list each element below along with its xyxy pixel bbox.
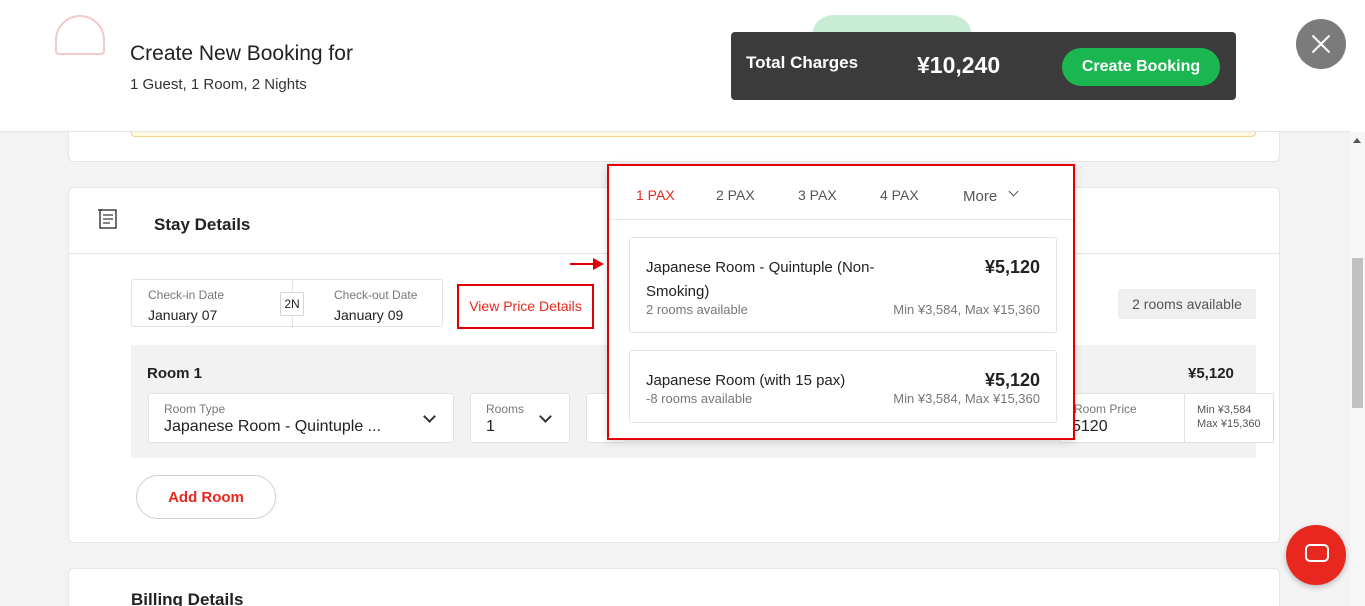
rooms-select[interactable]: Rooms 1 [470, 393, 570, 443]
room-type-value: Japanese Room - Quintuple ... [164, 418, 382, 435]
stay-details-title: Stay Details [154, 215, 251, 234]
brand-logo-icon [55, 15, 105, 55]
price-details-popup: 1 PAX 2 PAX 3 PAX 4 PAX More Japanese Ro… [607, 164, 1075, 440]
tab-2-pax[interactable]: 2 PAX [716, 187, 755, 203]
chevron-down-icon [539, 410, 552, 423]
checkin-value[interactable]: January 07 [148, 307, 217, 323]
option-price: ¥5,120 [984, 257, 1040, 277]
modal-title: Create New Booking for [130, 42, 353, 65]
tab-4-pax[interactable]: 4 PAX [880, 187, 919, 203]
option-room-name: Japanese Room - Quintuple (Non-Smoking) [646, 259, 875, 300]
option-price-range: Min ¥3,584, Max ¥15,360 [893, 391, 1040, 406]
chat-icon [1305, 544, 1329, 562]
document-icon [98, 209, 117, 229]
rooms-available-badge: 2 rooms available [1118, 289, 1256, 319]
checkin-label: Check-in Date [148, 288, 225, 302]
total-charges-bar: Total Charges ¥10,240 Create Booking [731, 32, 1236, 100]
pax-tabs: 1 PAX 2 PAX 3 PAX 4 PAX More [609, 166, 1073, 220]
tab-more[interactable]: More [963, 188, 997, 205]
checkout-value[interactable]: January 09 [334, 307, 403, 323]
room-type-label: Room Type [164, 402, 226, 416]
scrollbar-thumb[interactable] [1352, 258, 1363, 408]
chevron-down-icon [1008, 186, 1019, 197]
nights-badge: 2N [280, 292, 304, 316]
room-price: ¥5,120 [1188, 365, 1234, 382]
billing-details-card: Billing Details [68, 568, 1280, 606]
add-room-button[interactable]: Add Room [136, 475, 276, 519]
price-option[interactable]: Japanese Room - Quintuple (Non-Smoking) … [629, 237, 1057, 333]
checkout-label: Check-out Date [334, 288, 418, 302]
chevron-down-icon [423, 410, 436, 423]
option-price-range: Min ¥3,584, Max ¥15,360 [893, 302, 1040, 317]
option-price: ¥5,120 [984, 370, 1040, 390]
modal-subtitle: 1 Guest, 1 Room, 2 Nights [130, 76, 307, 93]
date-range-picker[interactable]: Check-in Date January 07 2N Check-out Da… [131, 279, 443, 328]
tab-3-pax[interactable]: 3 PAX [798, 187, 837, 203]
total-charges-label: Total Charges [746, 53, 859, 72]
price-option[interactable]: Japanese Room (with 15 pax) ¥5,120 -8 ro… [629, 350, 1057, 423]
billing-details-title: Billing Details [131, 590, 244, 606]
notice-banner [131, 132, 1256, 137]
max-price: Max ¥15,360 [1197, 418, 1261, 430]
previous-section-card [68, 132, 1280, 162]
arrow-right-icon [570, 258, 604, 270]
room-price-input[interactable]: Room Price 5120 [1059, 393, 1189, 443]
rooms-value: 1 [486, 418, 495, 435]
option-availability: -8 rooms available [646, 391, 753, 406]
option-availability: 2 rooms available [646, 302, 748, 317]
room-price-label: Room Price [1074, 402, 1137, 416]
price-range-hint: Min ¥3,584 Max ¥15,360 [1184, 393, 1274, 443]
total-charges-amount: ¥10,240 [917, 52, 1001, 78]
rooms-label: Rooms [486, 402, 525, 416]
scroll-up-arrow-icon[interactable] [1353, 138, 1361, 143]
tab-1-pax[interactable]: 1 PAX [636, 187, 675, 203]
option-room-name: Japanese Room (with 15 pax) [646, 372, 846, 389]
room-price-value[interactable]: 5120 [1072, 418, 1108, 436]
close-icon[interactable] [1296, 19, 1346, 69]
room-type-select[interactable]: Room Type Japanese Room - Quintuple ... [148, 393, 454, 443]
view-price-details-link[interactable]: View Price Details [457, 284, 594, 329]
create-booking-button[interactable]: Create Booking [1062, 48, 1220, 86]
room-label: Room 1 [147, 365, 203, 382]
min-price: Min ¥3,584 [1197, 404, 1252, 416]
